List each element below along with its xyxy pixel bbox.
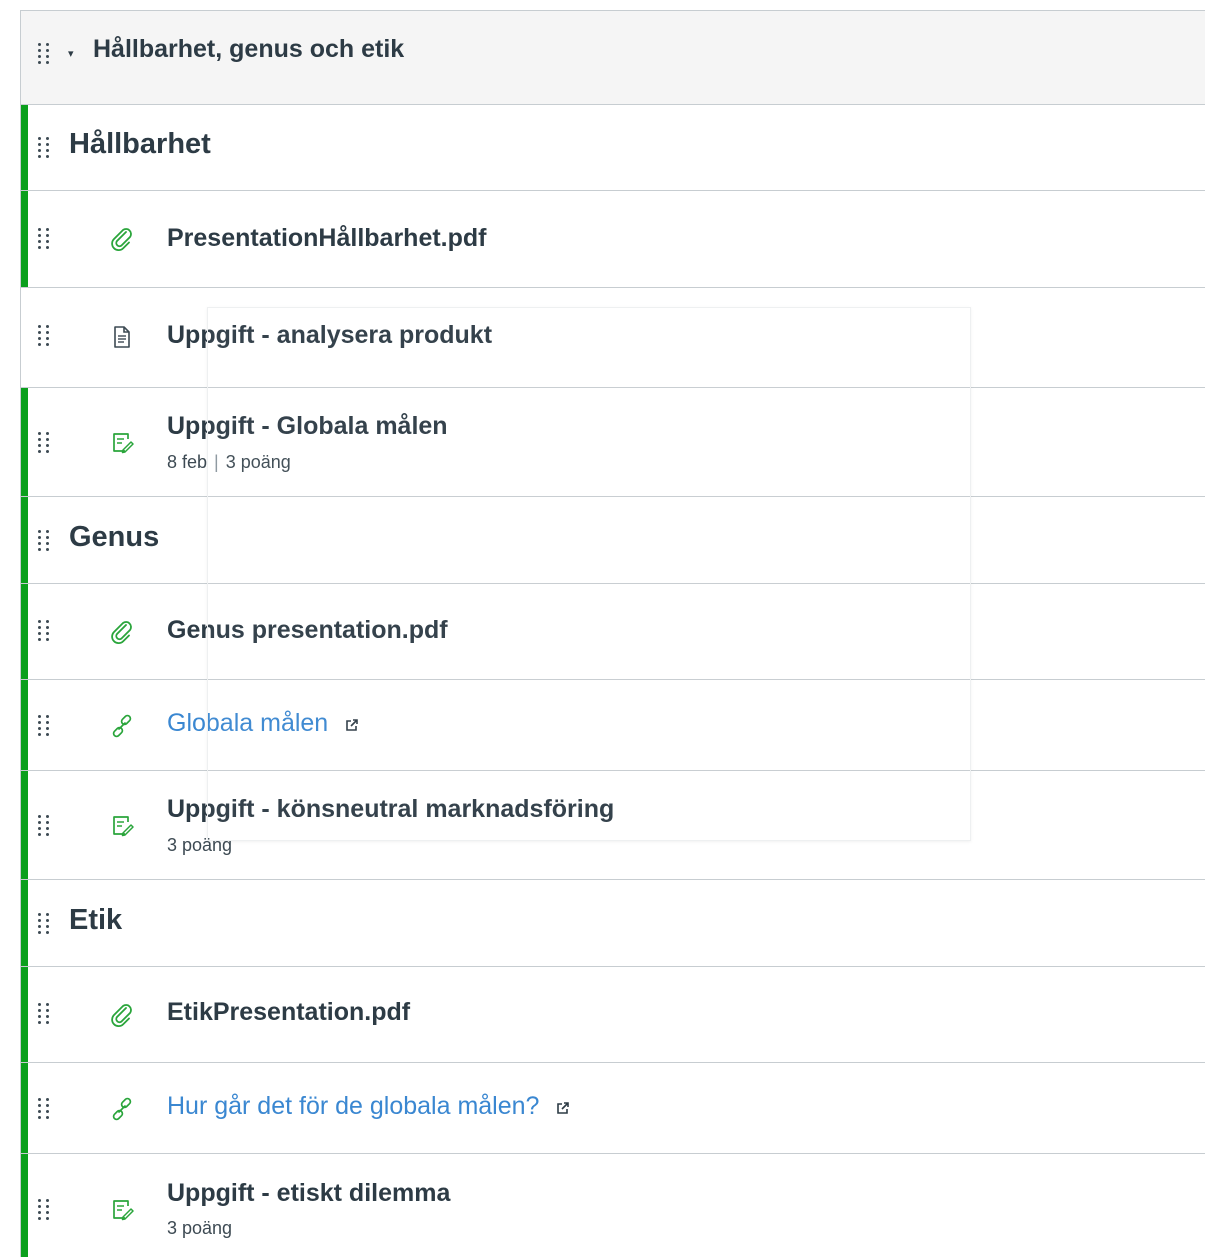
item-meta: 8 feb | 3 poäng (167, 452, 291, 473)
context-module: ▾ Hållbarhet, genus och etik Hållbarhet … (20, 10, 1205, 1257)
drag-handle-icon[interactable] (38, 226, 50, 250)
module-item-assignment[interactable]: Uppgift - etiskt dilemma 3 poäng (21, 1154, 1205, 1257)
drag-handle-icon[interactable] (38, 1096, 50, 1120)
drag-handle-icon[interactable] (38, 528, 50, 552)
item-title[interactable]: Hur går det för de globala målen? (167, 1092, 539, 1120)
module-item-assignment[interactable]: Uppgift - könsneutral marknadsföring 3 p… (21, 771, 1205, 880)
external-link-icon (345, 710, 359, 739)
drag-handle-icon[interactable] (38, 713, 50, 737)
drag-handle-icon[interactable] (38, 41, 50, 65)
module-item-external-link[interactable]: Hur går det för de globala målen? (21, 1063, 1205, 1154)
drag-handle-icon[interactable] (38, 135, 50, 159)
points: 3 poäng (167, 835, 233, 855)
link-icon (107, 711, 137, 741)
assignment-icon (107, 811, 137, 841)
assignment-icon (107, 1195, 137, 1225)
item-title[interactable]: Genus presentation.pdf (167, 616, 448, 645)
item-title[interactable]: Uppgift - könsneutral marknadsföring (167, 795, 614, 824)
module-header[interactable]: ▾ Hållbarhet, genus och etik (21, 11, 1205, 105)
module-item-attachment[interactable]: PresentationHållbarhet.pdf (21, 191, 1205, 288)
drag-handle-icon[interactable] (38, 1197, 50, 1221)
drag-handle-icon[interactable] (38, 618, 50, 642)
subheader-title: Hållbarhet (69, 128, 211, 160)
item-link[interactable]: Globala målen (167, 709, 359, 739)
module-item-subheader: Genus (21, 497, 1205, 584)
item-title[interactable]: EtikPresentation.pdf (167, 998, 410, 1027)
item-title[interactable]: Uppgift - Globala målen (167, 412, 448, 441)
paperclip-icon (107, 617, 137, 647)
item-link[interactable]: Hur går det för de globala målen? (167, 1092, 570, 1122)
subheader-title: Genus (69, 521, 160, 553)
module-item-subheader: Etik (21, 880, 1205, 967)
module-item-page[interactable]: Uppgift - analysera produkt (21, 288, 1205, 388)
item-title[interactable]: Globala målen (167, 709, 328, 737)
item-title[interactable]: PresentationHållbarhet.pdf (167, 224, 487, 253)
drag-handle-icon[interactable] (38, 813, 50, 837)
link-icon (107, 1094, 137, 1124)
drag-handle-icon[interactable] (38, 323, 50, 347)
points: 3 poäng (167, 1218, 233, 1238)
module-item-attachment[interactable]: Genus presentation.pdf (21, 584, 1205, 680)
collapse-caret-icon[interactable]: ▾ (68, 47, 74, 60)
subheader-title: Etik (69, 904, 123, 936)
meta-separator: | (214, 452, 219, 472)
due-date: 8 feb (167, 452, 208, 472)
external-link-icon (556, 1093, 570, 1122)
assignment-icon (107, 428, 137, 458)
module-title[interactable]: Hållbarhet, genus och etik (93, 35, 404, 64)
module-item-external-link[interactable]: Globala målen (21, 680, 1205, 771)
document-icon (107, 322, 137, 352)
paperclip-icon (107, 224, 137, 254)
paperclip-icon (107, 1000, 137, 1030)
drag-handle-icon[interactable] (38, 1001, 50, 1025)
drag-handle-icon[interactable] (38, 911, 50, 935)
module-item-assignment[interactable]: Uppgift - Globala målen 8 feb | 3 poäng (21, 388, 1205, 497)
drag-handle-icon[interactable] (38, 430, 50, 454)
module-item-attachment[interactable]: EtikPresentation.pdf (21, 967, 1205, 1063)
points: 3 poäng (225, 452, 291, 472)
module-item-subheader: Hållbarhet (21, 105, 1205, 191)
item-title[interactable]: Uppgift - analysera produkt (167, 321, 492, 350)
item-title[interactable]: Uppgift - etiskt dilemma (167, 1179, 450, 1208)
